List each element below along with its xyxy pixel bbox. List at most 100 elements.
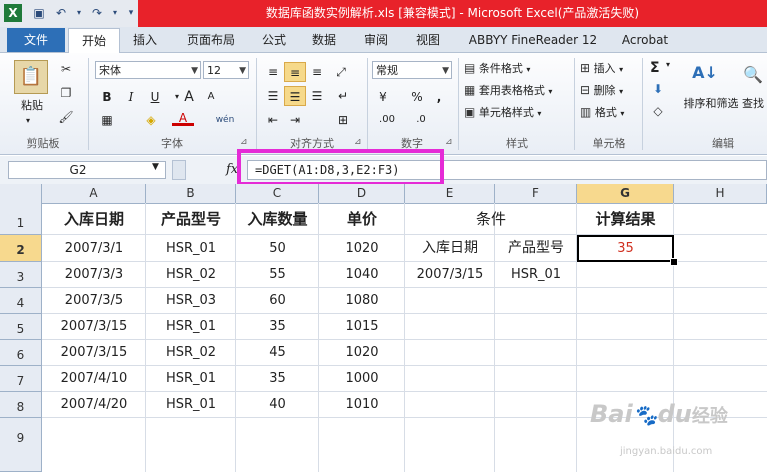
fill-icon[interactable]: ⬇ [650, 82, 666, 96]
paste-button[interactable]: 粘贴 [12, 96, 52, 116]
find-icon[interactable]: 🔍 [740, 60, 766, 90]
row-header-5[interactable]: 5 [0, 314, 42, 340]
cell-c4[interactable]: 60 [236, 288, 319, 314]
font-size-combo[interactable]: 12 ▼ [203, 61, 249, 79]
align-top-icon[interactable]: ≡ [262, 62, 284, 82]
sort-filter-button[interactable]: 排序和筛选 [680, 94, 742, 114]
tab-acrobat[interactable]: Acrobat [614, 28, 676, 52]
row-header-6[interactable]: 6 [0, 340, 42, 366]
decrease-decimal-button[interactable]: .0 [406, 110, 436, 130]
cell-g1[interactable]: 计算结果 [577, 203, 674, 235]
cell-d2[interactable]: 1020 [319, 235, 405, 262]
cell-d4[interactable]: 1080 [319, 288, 405, 314]
grow-font-icon[interactable]: A [178, 87, 200, 107]
tab-file[interactable]: 文件 [7, 28, 65, 52]
cut-icon[interactable]: ✂ [58, 62, 74, 76]
cell-a4[interactable]: 2007/3/5 [42, 288, 146, 314]
cell-e1-merged[interactable]: 条件 [405, 203, 577, 235]
column-header-e[interactable]: E [405, 184, 495, 203]
conditional-format-button[interactable]: ▤ 条件格式 ▾ [464, 58, 530, 78]
cell-f3[interactable]: HSR_01 [495, 262, 577, 288]
cell-c2[interactable]: 50 [236, 235, 319, 262]
cell-c5[interactable]: 35 [236, 314, 319, 340]
column-header-a[interactable]: A [42, 184, 146, 203]
column-header-c[interactable]: C [236, 184, 319, 203]
redo-icon[interactable]: ↷ [88, 4, 106, 22]
excel-icon[interactable]: X [4, 4, 22, 22]
cell-c1[interactable]: 入库数量 [236, 203, 319, 235]
tab-data[interactable]: 数据 [304, 28, 344, 52]
cell-b8[interactable]: HSR_01 [146, 392, 236, 418]
cell-b1[interactable]: 产品型号 [146, 203, 236, 235]
row-header-2[interactable]: 2 [0, 235, 42, 262]
clear-icon[interactable]: ◇ [650, 104, 666, 118]
cell-a7[interactable]: 2007/4/10 [42, 366, 146, 392]
cell-a6[interactable]: 2007/3/15 [42, 340, 146, 366]
undo-icon[interactable]: ↶ [52, 4, 70, 22]
autosum-button[interactable]: Σ [650, 58, 660, 78]
formula-bar-splitter[interactable] [172, 160, 186, 180]
cell-c7[interactable]: 35 [236, 366, 319, 392]
orientation-icon[interactable]: ⤢ [330, 62, 352, 82]
bold-button[interactable]: B [96, 87, 118, 107]
phonetic-button[interactable]: wén [214, 110, 236, 130]
font-name-combo[interactable]: 宋体 ▼ [95, 61, 201, 79]
percent-button[interactable]: % [406, 87, 428, 107]
name-box-dropdown-icon[interactable]: ▼ [152, 162, 159, 172]
cell-d7[interactable]: 1000 [319, 366, 405, 392]
row-header-4[interactable]: 4 [0, 288, 42, 314]
align-bottom-icon[interactable]: ≡ [306, 62, 328, 82]
number-format-combo[interactable]: 常规 ▼ [372, 61, 452, 79]
italic-button[interactable]: I [120, 87, 142, 107]
select-all-button[interactable] [0, 184, 42, 203]
cell-c6[interactable]: 45 [236, 340, 319, 366]
cell-d3[interactable]: 1040 [319, 262, 405, 288]
cell-d5[interactable]: 1015 [319, 314, 405, 340]
dialog-launcher-icon[interactable]: ⊿ [354, 137, 362, 147]
align-middle-icon[interactable]: ≡ [284, 62, 306, 82]
currency-icon[interactable]: ¥ [372, 87, 394, 107]
cell-d8[interactable]: 1010 [319, 392, 405, 418]
cell-d6[interactable]: 1020 [319, 340, 405, 366]
row-header-1[interactable]: 1 [0, 203, 42, 235]
font-color-button[interactable]: A [172, 110, 194, 126]
decrease-indent-icon[interactable]: ⇤ [262, 110, 284, 130]
fill-color-icon[interactable]: ◈ [140, 110, 162, 130]
delete-cells-button[interactable]: ⊟ 删除 ▾ [580, 80, 623, 100]
align-left-icon[interactable]: ☰ [262, 86, 284, 106]
tab-insert[interactable]: 插入 [124, 28, 166, 52]
cell-g2[interactable]: 35 [577, 235, 674, 262]
cell-a3[interactable]: 2007/3/3 [42, 262, 146, 288]
dialog-launcher-icon[interactable]: ⊿ [445, 137, 453, 147]
sort-filter-icon[interactable]: A↓ [690, 58, 720, 88]
wrap-text-icon[interactable]: ↵ [332, 86, 354, 106]
copy-icon[interactable]: ❐ [58, 86, 74, 100]
fill-handle[interactable] [670, 258, 678, 266]
insert-cells-button[interactable]: ⊞ 插入 ▾ [580, 58, 623, 78]
cell-b7[interactable]: HSR_01 [146, 366, 236, 392]
tab-review[interactable]: 审阅 [356, 28, 396, 52]
increase-decimal-button[interactable]: .00 [372, 110, 402, 130]
format-cells-button[interactable]: ▥ 格式 ▾ [580, 102, 624, 122]
row-header-3[interactable]: 3 [0, 262, 42, 288]
column-header-h[interactable]: H [674, 184, 767, 203]
cell-b3[interactable]: HSR_02 [146, 262, 236, 288]
cell-f2[interactable]: 产品型号 [495, 235, 577, 262]
column-header-g[interactable]: G [577, 184, 674, 203]
comma-button[interactable]: , [428, 87, 450, 107]
cell-c3[interactable]: 55 [236, 262, 319, 288]
tab-abbyy[interactable]: ABBYY FineReader 12 [462, 28, 604, 52]
paste-icon[interactable]: 📋 [14, 60, 48, 94]
autosum-dropdown-icon[interactable]: ▾ [666, 60, 670, 69]
cell-a1[interactable]: 入库日期 [42, 203, 146, 235]
tab-formulas[interactable]: 公式 [254, 28, 294, 52]
cell-a2[interactable]: 2007/3/1 [42, 235, 146, 262]
cell-b2[interactable]: HSR_01 [146, 235, 236, 262]
align-right-icon[interactable]: ☰ [306, 86, 328, 106]
tab-page-layout[interactable]: 页面布局 [176, 28, 246, 52]
increase-indent-icon[interactable]: ⇥ [284, 110, 306, 130]
dialog-launcher-icon[interactable]: ⊿ [240, 137, 248, 147]
cell-a8[interactable]: 2007/4/20 [42, 392, 146, 418]
borders-icon[interactable]: ▦ [96, 110, 118, 130]
row-header-8[interactable]: 8 [0, 392, 42, 418]
